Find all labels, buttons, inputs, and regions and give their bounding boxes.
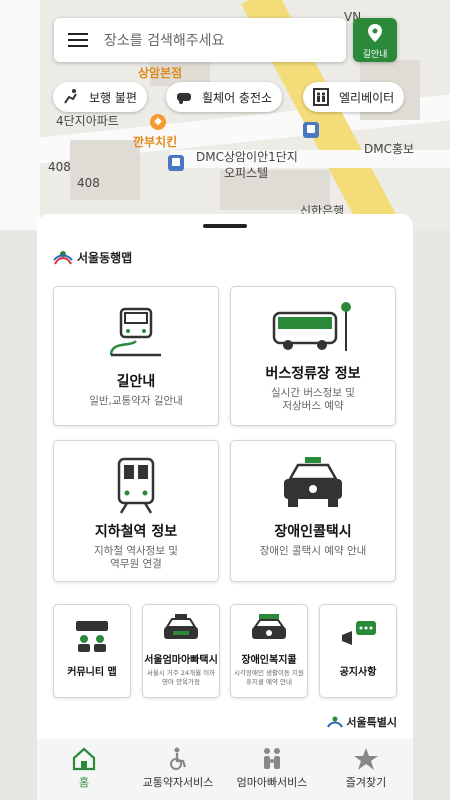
map-label-road-408: 408 [48, 160, 71, 174]
bus-stop-icon[interactable] [168, 155, 184, 171]
card-title: 길안내 [116, 374, 156, 390]
tab-label: 홈 [78, 776, 90, 789]
elevator-icon [311, 87, 331, 107]
navigation-button[interactable]: 길안내 [353, 18, 397, 62]
chip-walking-difficulty[interactable]: 보행 불편 [53, 82, 147, 112]
tab-parent-service[interactable]: 엄마아빠서비스 [225, 739, 319, 800]
star-icon [354, 748, 378, 770]
search-input[interactable]: 장소를 검색해주세요 [104, 30, 224, 50]
sheet-handle[interactable] [203, 224, 247, 228]
card-welfare-call[interactable]: 장애인복지콜 시각장애인 생활이동 지원 휴지콜 예약 안내 [230, 604, 308, 698]
menu-icon[interactable] [68, 33, 88, 47]
card-subtitle-2: 저상버스 예약 [282, 400, 344, 412]
map-label-sangam: 상암본점 [138, 66, 183, 80]
card-subtitle-1: 서울시 거주 24개월 이하 [146, 669, 216, 677]
parent-taxi-icon [164, 614, 198, 639]
map-label-dmc: DMC상암이안1단지 [196, 150, 298, 164]
megaphone-icon [342, 621, 376, 645]
tab-label: 즐겨찾기 [345, 776, 387, 789]
bottom-sheet: 서울동행맵 길안내 일반,교통약자 길안내 버스정류장 정보 실시간 버스정보 … [37, 214, 413, 739]
restaurant-pin-icon[interactable]: ◆ [150, 114, 166, 130]
seoul-city-logo-icon [327, 716, 344, 728]
map-label-chicken: 깐부치킨 [133, 135, 178, 149]
card-title: 서울엄마아빠택시 [144, 655, 218, 666]
card-title: 장애인콜택시 [274, 524, 352, 540]
welfare-call-icon [252, 614, 286, 639]
card-subtitle-2: 휴지콜 예약 안내 [246, 678, 292, 686]
map-label-apartment: 4단지아파트 [56, 114, 119, 128]
chip-elevator[interactable]: 엘리베이터 [303, 82, 405, 112]
bus-stop-icon-2[interactable] [303, 122, 319, 138]
card-community-map[interactable]: 커뮤니티 맵 [53, 604, 131, 698]
card-subtitle-2: 역무원 연결 [110, 558, 162, 570]
card-subtitle-1: 시각장애인 생활이동 지원 [234, 669, 304, 677]
tab-label: 교통약자서비스 [142, 776, 214, 789]
bus-stop-illustration-icon [272, 302, 351, 351]
card-title: 공지사항 [339, 667, 377, 678]
bus-route-icon [109, 307, 161, 357]
map-label-dmc-promo: DMC홍보 [364, 142, 415, 156]
brand-logo: 서울동행맵 [53, 248, 132, 266]
taxi-icon [284, 457, 342, 507]
home-icon [72, 747, 96, 771]
search-bar[interactable]: 장소를 검색해주세요 [54, 18, 346, 62]
walking-difficulty-icon [61, 87, 81, 107]
seoul-logo-icon [53, 251, 73, 265]
card-parent-taxi[interactable]: 서울엄마아빠택시 서울시 거주 24개월 이하 영아 양육가정 [142, 604, 220, 698]
card-subtitle-2: 영아 양육가정 [162, 678, 200, 686]
card-disabled-taxi[interactable]: 장애인콜택시 장애인 콜택시 예약 안내 [230, 440, 396, 582]
tab-home[interactable]: 홈 [37, 739, 131, 800]
card-subtitle: 일반,교통약자 길안내 [89, 395, 183, 407]
chip-label: 휠체어 충전소 [202, 90, 273, 105]
tab-favorites[interactable]: 즐겨찾기 [319, 739, 413, 800]
seoul-city-name: 서울특별시 [346, 716, 397, 729]
card-subway[interactable]: 지하철역 정보 지하철 역사정보 및 역무원 연결 [53, 440, 219, 582]
card-subtitle: 장애인 콜택시 예약 안내 [259, 545, 367, 557]
location-pin-icon [368, 24, 382, 42]
parent-child-icon [264, 748, 280, 769]
card-bus-stop[interactable]: 버스정류장 정보 실시간 버스정보 및 저상버스 예약 [230, 286, 396, 426]
map-label-road-408b: 408 [77, 176, 100, 190]
card-title: 장애인복지콜 [241, 655, 297, 666]
card-notice[interactable]: 공지사항 [319, 604, 397, 698]
card-subtitle-1: 실시간 버스정보 및 [271, 387, 355, 399]
tab-accessibility-service[interactable]: 교통약자서비스 [131, 739, 225, 800]
card-title: 커뮤니티 맵 [67, 667, 117, 678]
wheelchair-charger-icon [174, 87, 194, 107]
chip-label: 엘리베이터 [339, 90, 395, 105]
community-icon [76, 621, 108, 652]
subway-train-icon [117, 457, 155, 514]
bottom-tab-bar: 홈 교통약자서비스 엄마아빠서비스 즐겨찾기 [37, 739, 413, 800]
tab-label: 엄마아빠서비스 [236, 776, 308, 789]
card-title: 버스정류장 정보 [265, 366, 361, 382]
card-title: 지하철역 정보 [94, 524, 178, 540]
navigation-label: 길안내 [362, 50, 388, 60]
wheelchair-icon [170, 747, 187, 770]
card-subtitle-1: 지하철 역사정보 및 [94, 545, 178, 557]
chip-wheelchair-charger[interactable]: 휠체어 충전소 [166, 82, 283, 112]
map-label-officetel: 오피스텔 [224, 166, 269, 180]
chip-label: 보행 불편 [89, 90, 137, 105]
brand-name: 서울동행맵 [77, 250, 133, 265]
seoul-city-logo: 서울특별시 [327, 714, 397, 730]
card-route-guide[interactable]: 길안내 일반,교통약자 길안내 [53, 286, 219, 426]
